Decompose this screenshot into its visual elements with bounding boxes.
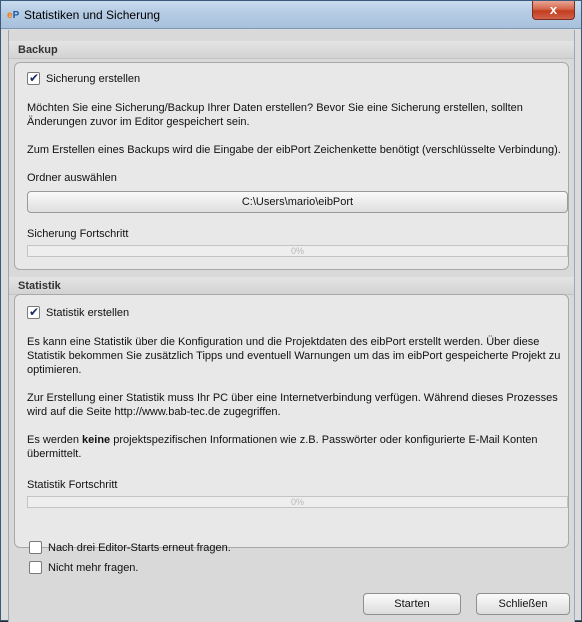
statistik-progress-text: 0% <box>290 497 304 507</box>
close-button[interactable]: Schließen <box>476 593 570 615</box>
ask-again-checkbox[interactable] <box>29 541 42 554</box>
statistik-description-1: Es kann eine Statistik über die Konfigur… <box>27 336 561 376</box>
backup-description-1: Möchten Sie eine Sicherung/Backup Ihrer … <box>27 102 523 128</box>
backup-checkbox-label[interactable]: Sicherung erstellen <box>46 73 140 85</box>
statistik-progress-bar: 0% <box>27 496 568 508</box>
backup-progress-bar: 0% <box>27 245 568 257</box>
dialog-content: Backup Sicherung erstellen Möchten Sie e… <box>8 30 575 622</box>
statistik-section-header: Statistik <box>9 277 574 295</box>
title-bar[interactable]: eP Statistiken und Sicherung x <box>1 1 581 29</box>
statistik-progress-label: Statistik Fortschritt <box>27 479 118 491</box>
statistik-panel: Statistik erstellen Es kann eine Statist… <box>14 294 569 548</box>
backup-section-header: Backup <box>9 41 574 59</box>
backup-progress-text: 0% <box>290 246 304 256</box>
statistik-checkbox-row[interactable]: Statistik erstellen <box>27 305 129 319</box>
ask-again-row[interactable]: Nach drei Editor-Starts erneut fragen. <box>29 541 231 554</box>
dialog-window: eP Statistiken und Sicherung x Backup Si… <box>0 0 582 622</box>
folder-path-button[interactable]: C:\Users\mario\eibPort <box>27 191 568 213</box>
privacy-note-emphasis: keine <box>82 434 111 446</box>
start-button[interactable]: Starten <box>363 593 461 615</box>
never-ask-row[interactable]: Nicht mehr fragen. <box>29 561 138 574</box>
backup-panel: Sicherung erstellen Möchten Sie eine Sic… <box>14 62 569 270</box>
backup-description-2: Zum Erstellen eines Backups wird die Ein… <box>27 144 561 156</box>
backup-progress-label: Sicherung Fortschritt <box>27 228 129 240</box>
statistik-checkbox[interactable] <box>27 305 40 319</box>
never-ask-label[interactable]: Nicht mehr fragen. <box>48 562 138 574</box>
folder-select-label: Ordner auswählen <box>27 172 117 184</box>
eibport-app-icon: eP <box>7 10 20 21</box>
privacy-note-pre: Es werden <box>27 434 83 446</box>
close-window-button[interactable]: x <box>532 1 575 20</box>
never-ask-checkbox[interactable] <box>29 561 42 574</box>
statistik-checkbox-label[interactable]: Statistik erstellen <box>46 307 129 319</box>
window-title: Statistiken und Sicherung <box>24 8 161 22</box>
backup-checkbox[interactable] <box>27 71 40 85</box>
statistik-description-3: Es werden keine projektspezifischen Info… <box>27 433 567 461</box>
backup-checkbox-row[interactable]: Sicherung erstellen <box>27 71 140 85</box>
ask-again-label[interactable]: Nach drei Editor-Starts erneut fragen. <box>48 542 231 554</box>
statistik-description-2: Zur Erstellung einer Statistik muss Ihr … <box>27 392 558 418</box>
